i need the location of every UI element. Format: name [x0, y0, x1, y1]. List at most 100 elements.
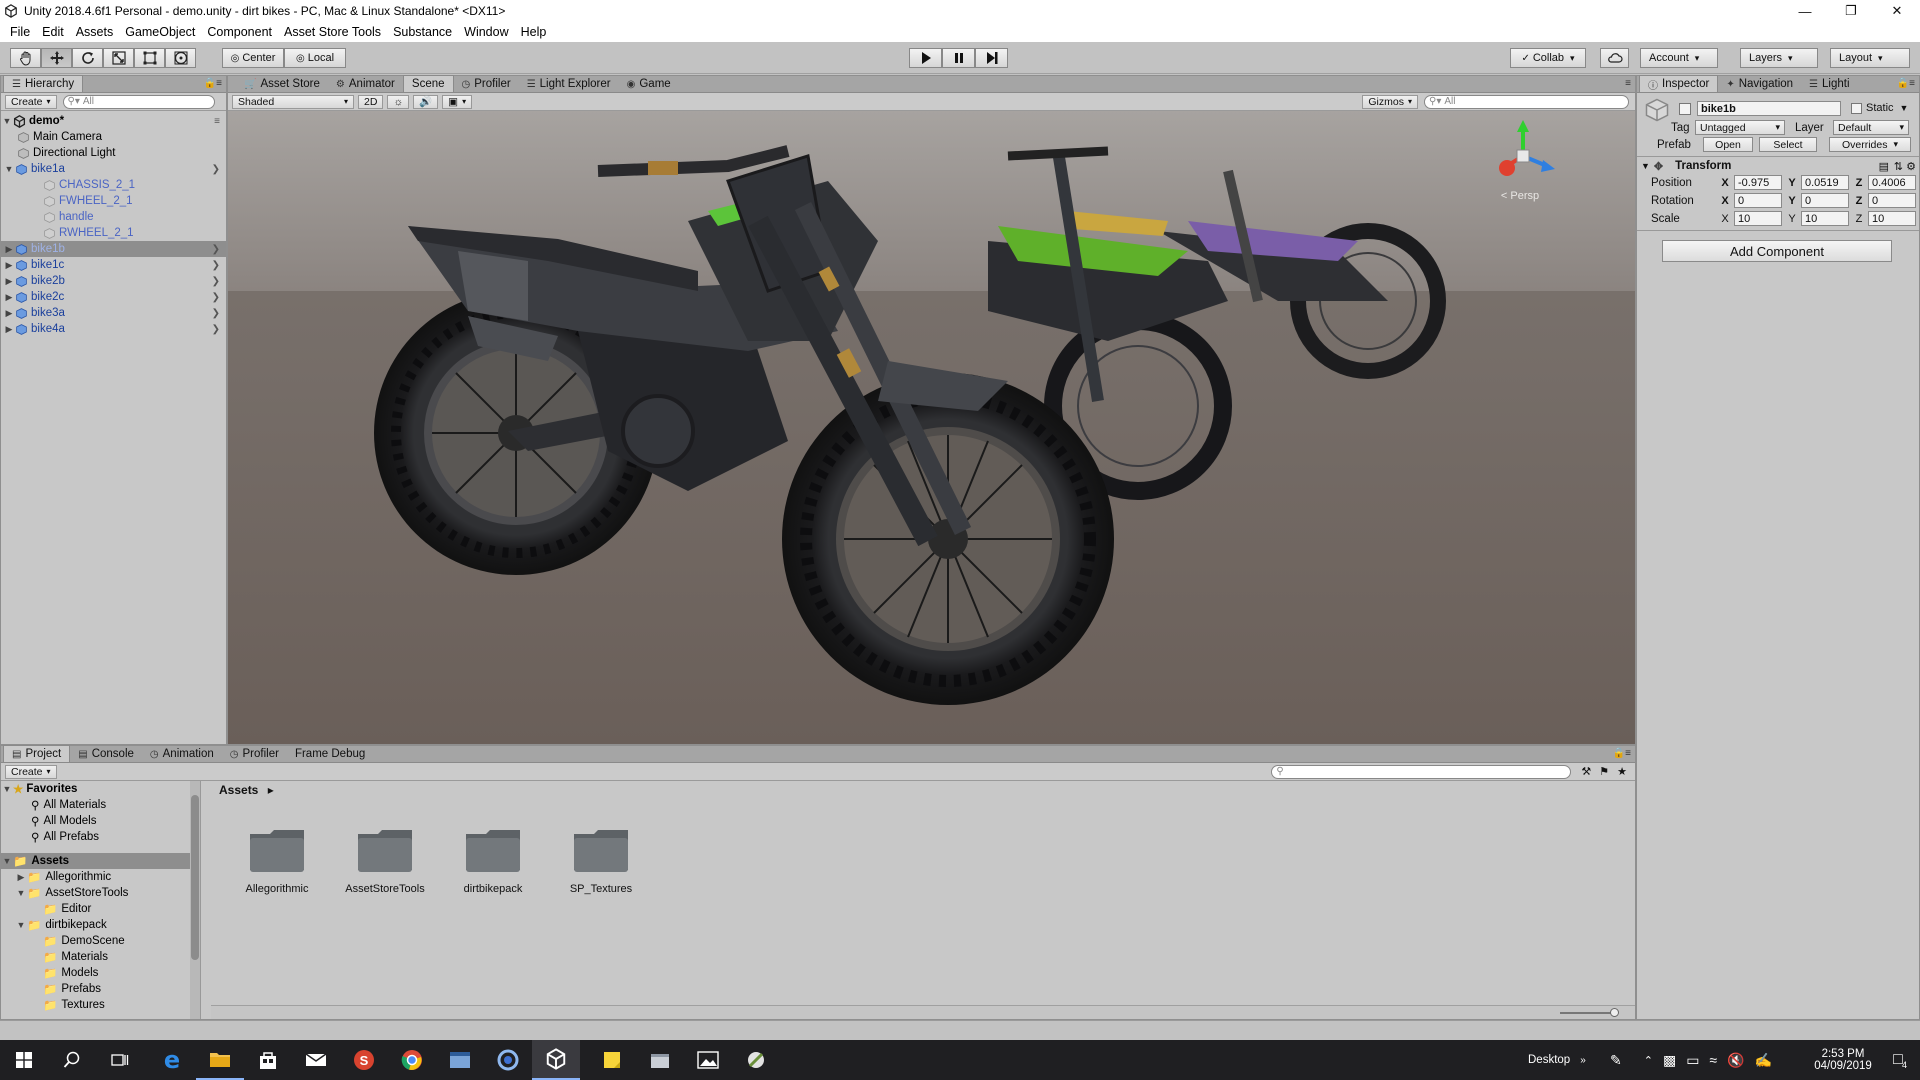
close-button[interactable]: ✕: [1874, 0, 1920, 22]
panel-lock-icon[interactable]: 🔒≡: [1897, 78, 1915, 89]
active-checkbox[interactable]: [1679, 103, 1691, 115]
taskbar-mail[interactable]: [292, 1040, 340, 1080]
menu-help[interactable]: Help: [515, 25, 553, 39]
taskbar-chrome[interactable]: [388, 1040, 436, 1080]
tab-asset-store[interactable]: 🛒 Asset Store: [236, 76, 328, 92]
tab-profiler-bottom[interactable]: ◷ Profiler: [222, 746, 287, 762]
expand-arrow-icon[interactable]: ▶: [3, 308, 15, 319]
static-toggle[interactable]: Static ▼: [1851, 102, 1908, 114]
hierarchy-item-chassis[interactable]: CHASSIS_2_1: [1, 177, 226, 193]
chevron-right-icon[interactable]: ❯: [212, 244, 220, 255]
tab-lighting[interactable]: ☰ Lighti: [1801, 76, 1857, 92]
menu-gameobject[interactable]: GameObject: [119, 25, 201, 39]
project-create-button[interactable]: Create: [5, 764, 57, 779]
pen-icon[interactable]: ✎: [1610, 1052, 1622, 1069]
icon-size-slider[interactable]: [1560, 1012, 1615, 1014]
breadcrumb-assets[interactable]: Assets: [219, 783, 258, 797]
favorite-item[interactable]: ⚲ All Prefabs: [1, 829, 200, 845]
desktop-toolbar[interactable]: Desktop »: [1528, 1040, 1586, 1080]
chevron-down-icon[interactable]: ▼: [1900, 103, 1909, 113]
volume-muted-icon[interactable]: 🔇: [1727, 1052, 1744, 1069]
tab-project[interactable]: ▤ Project: [3, 745, 71, 762]
project-search-input[interactable]: ⚲: [1271, 764, 1572, 779]
tab-animation[interactable]: ◷ Animation: [142, 746, 222, 762]
move-tool-button[interactable]: [41, 48, 72, 68]
asset-folder-allegorithmic[interactable]: Allegorithmic: [227, 826, 327, 895]
tree-folder-assetstoretools[interactable]: ▼ 📁 AssetStoreTools: [1, 885, 200, 901]
hierarchy-item-bike1a[interactable]: ▼ bike1a ❯: [1, 161, 226, 177]
taskbar-store[interactable]: [244, 1040, 292, 1080]
expand-arrow-icon[interactable]: ▶: [3, 244, 15, 255]
scene-search-input[interactable]: ⚲▾ All: [1424, 94, 1629, 109]
hierarchy-item-directional-light[interactable]: Directional Light: [1, 145, 226, 161]
menu-substance[interactable]: Substance: [387, 25, 458, 39]
add-component-button[interactable]: Add Component: [1662, 240, 1892, 262]
tree-folder-demoscene[interactable]: 📁 DemoScene: [1, 933, 200, 949]
hierarchy-item-rwheel[interactable]: RWHEEL_2_1: [1, 225, 226, 241]
wifi-icon[interactable]: ≈: [1709, 1052, 1717, 1068]
taskbar-sticky-notes[interactable]: [588, 1040, 636, 1080]
transform-header[interactable]: ▼ ✥ Transform ▤ ⇅ ⚙: [1637, 158, 1919, 174]
hierarchy-create-button[interactable]: Create: [5, 94, 57, 109]
taskbar-app-tools[interactable]: [732, 1040, 780, 1080]
hierarchy-item-bike2b[interactable]: ▶ bike2b ❯: [1, 273, 226, 289]
collab-button[interactable]: ✓ Collab: [1510, 48, 1586, 68]
tree-folder-allegorithmic[interactable]: ▶ 📁 Allegorithmic: [1, 869, 200, 885]
scale-tool-button[interactable]: [103, 48, 134, 68]
cloud-button[interactable]: [1600, 48, 1629, 68]
clock[interactable]: 2:53 PM 04/09/2019: [1808, 1040, 1878, 1080]
tab-animator[interactable]: ⚙ Animator: [328, 76, 403, 92]
tree-scrollbar[interactable]: [190, 781, 200, 1019]
layers-dropdown[interactable]: Layers: [1740, 48, 1818, 68]
favorite-star-icon[interactable]: ★: [1617, 765, 1627, 778]
perspective-label[interactable]: < Persp: [1501, 190, 1539, 202]
effects-dropdown[interactable]: ▣: [442, 94, 473, 109]
taskbar-unity[interactable]: [532, 1040, 580, 1080]
menu-edit[interactable]: Edit: [36, 25, 70, 39]
chevron-right-icon[interactable]: ❯: [212, 260, 220, 271]
icon-size-slider-thumb[interactable]: [1610, 1008, 1619, 1017]
object-name-field[interactable]: bike1b: [1697, 101, 1841, 116]
expand-arrow-icon[interactable]: ▼: [1, 856, 13, 866]
menu-asset-store-tools[interactable]: Asset Store Tools: [278, 25, 387, 39]
chevron-right-icon[interactable]: ❯: [212, 164, 220, 175]
filter-label-icon[interactable]: ⚑: [1599, 765, 1609, 778]
taskbar-file-explorer[interactable]: [196, 1040, 244, 1080]
network-adapter-icon[interactable]: ▩: [1663, 1052, 1676, 1069]
favorite-item[interactable]: ⚲ All Materials: [1, 797, 200, 813]
taskbar-edge[interactable]: e: [148, 1040, 196, 1080]
expand-arrow-icon[interactable]: ▼: [1, 116, 13, 126]
expand-arrow-icon[interactable]: ▼: [15, 888, 27, 898]
tag-dropdown[interactable]: Untagged: [1695, 120, 1785, 135]
menu-assets[interactable]: Assets: [70, 25, 120, 39]
expand-arrow-icon[interactable]: ▼: [3, 164, 15, 174]
chevron-right-icon[interactable]: ❯: [212, 324, 220, 335]
show-hidden-icons-icon[interactable]: ⌃: [1644, 1054, 1653, 1067]
hierarchy-item-bike3a[interactable]: ▶ bike3a ❯: [1, 305, 226, 321]
start-button[interactable]: [0, 1040, 48, 1080]
hierarchy-item-bike2c[interactable]: ▶ bike2c ❯: [1, 289, 226, 305]
tree-folder-prefabs[interactable]: 📁 Prefabs: [1, 981, 200, 997]
pause-button[interactable]: [942, 48, 975, 68]
expand-arrow-icon[interactable]: ▶: [3, 276, 15, 287]
tab-hierarchy[interactable]: ☰ Hierarchy: [3, 75, 84, 92]
position-x-field[interactable]: -0.975: [1734, 175, 1782, 190]
panel-menu-icon[interactable]: ≡: [1625, 78, 1631, 89]
hierarchy-search-input[interactable]: ⚲▾ All: [62, 94, 215, 109]
tree-folder-materials[interactable]: 📁 Materials: [1, 949, 200, 965]
hierarchy-item-main-camera[interactable]: Main Camera: [1, 129, 226, 145]
hierarchy-item-fwheel[interactable]: FWHEEL_2_1: [1, 193, 226, 209]
expand-arrow-icon[interactable]: ▼: [1, 784, 13, 794]
hierarchy-item-bike1b[interactable]: ▶ bike1b ❯: [1, 241, 226, 257]
tab-profiler[interactable]: ◷ Profiler: [454, 76, 519, 92]
chevron-double-right-icon[interactable]: »: [1580, 1055, 1586, 1066]
scene-root-row[interactable]: ▼ demo* ≡: [1, 113, 226, 129]
hierarchy-item-bike4a[interactable]: ▶ bike4a ❯: [1, 321, 226, 337]
expand-arrow-icon[interactable]: ▼: [15, 920, 27, 930]
rotate-tool-button[interactable]: [72, 48, 103, 68]
battery-icon[interactable]: ▭: [1686, 1052, 1699, 1069]
panel-lock-icon[interactable]: 🔒≡: [1613, 748, 1631, 759]
shading-mode-dropdown[interactable]: Shaded: [232, 94, 354, 109]
chevron-right-icon[interactable]: ❯: [212, 276, 220, 287]
asset-folder-assetstoretools[interactable]: AssetStoreTools: [335, 826, 435, 895]
